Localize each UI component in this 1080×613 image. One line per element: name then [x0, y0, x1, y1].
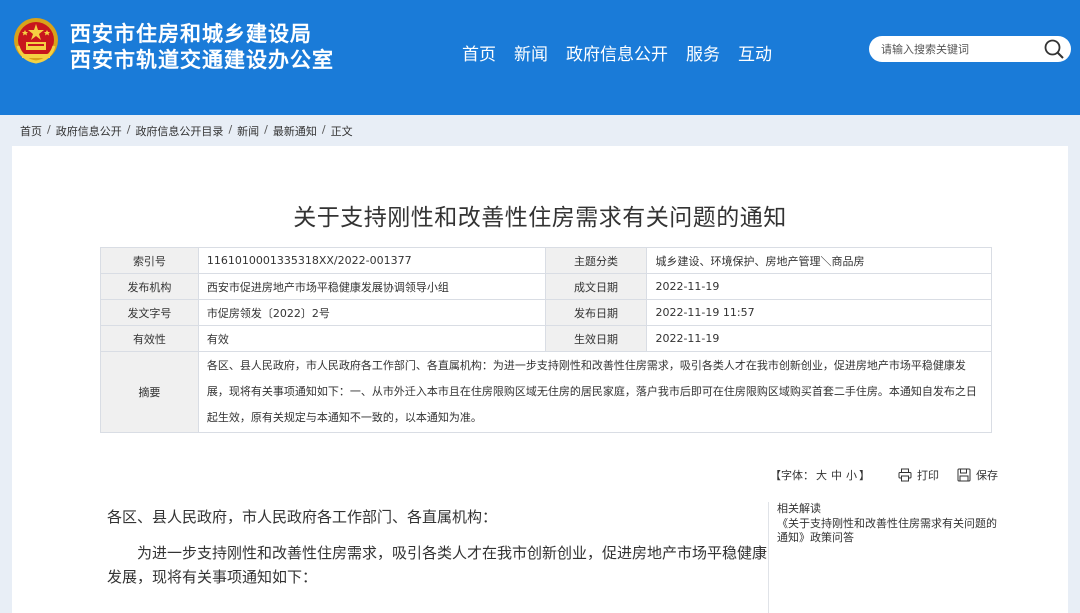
index-label: 索引号	[100, 247, 199, 274]
issuer-label: 发布机构	[100, 273, 199, 300]
table-row: 索引号 1161010001335318XX/2022-001377 主题分类 …	[100, 247, 992, 274]
font-size-medium-button[interactable]: 中	[831, 469, 842, 482]
article-paragraph: 为进一步支持刚性和改善性住房需求，吸引各类人才在我市创新创业，促进房地产市场平稳…	[107, 544, 768, 586]
info-table: 索引号 1161010001335318XX/2022-001377 主题分类 …	[100, 247, 993, 433]
breadcrumb-separator: /	[228, 123, 233, 136]
nav-item-interact[interactable]: 互动	[738, 40, 772, 65]
table-row: 发布机构 西安市促进房地产市场平稳健康发展协调领导小组 成文日期 2022-11…	[100, 273, 992, 300]
breadcrumb-separator: /	[321, 123, 326, 136]
search-icon[interactable]	[1043, 38, 1065, 60]
created-date-value: 2022-11-19	[646, 273, 992, 300]
doc-number-value: 市促房领发〔2022〕2号	[197, 299, 546, 326]
effective-date-label: 生效日期	[544, 325, 648, 352]
breadcrumb-bar: 首页 / 政府信息公开 / 政府信息公开目录 / 新闻 / 最新通知 / 正文	[0, 115, 1080, 146]
save-label: 保存	[976, 469, 998, 482]
published-date-value: 2022-11-19 11:57	[646, 299, 992, 326]
related-reading: 相关解读 《关于支持刚性和改善性住房需求有关问题的通知》政策问答	[768, 502, 998, 613]
validity-label: 有效性	[100, 325, 199, 352]
breadcrumb-gov-info[interactable]: 政府信息公开	[56, 123, 122, 139]
abstract-value: 各区、县人民政府，市人民政府各工作部门、各直属机构：为进一步支持刚性和改善性住房…	[197, 351, 993, 433]
breadcrumb-separator: /	[264, 123, 268, 136]
topic-label: 主题分类	[544, 247, 648, 274]
nav-item-news[interactable]: 新闻	[514, 40, 548, 65]
save-button[interactable]: 保存	[957, 467, 998, 483]
table-row: 发文字号 市促房领发〔2022〕2号 发布日期 2022-11-19 11:57	[100, 299, 992, 326]
search-input[interactable]	[881, 40, 1031, 58]
article-title: 关于支持刚性和改善性住房需求有关问题的通知	[293, 205, 787, 231]
index-value: 1161010001335318XX/2022-001377	[197, 247, 546, 274]
print-label: 打印	[917, 469, 939, 482]
nav-item-gov-info[interactable]: 政府信息公开	[566, 40, 668, 65]
org-name-line2: 西安市轨道交通建设办公室	[70, 48, 334, 72]
font-size-prefix: 【字体：	[770, 469, 814, 482]
effective-date-value: 2022-11-19	[646, 325, 992, 352]
breadcrumb-latest-notice[interactable]: 最新通知	[273, 123, 317, 139]
created-date-label: 成文日期	[544, 273, 648, 300]
article-salutation: 各区、县人民政府，市人民政府各工作部门、各直属机构：	[107, 508, 498, 526]
abstract-label: 摘要	[100, 351, 199, 433]
related-reading-title: 相关解读	[777, 502, 821, 515]
related-reading-link[interactable]: 《关于支持刚性和改善性住房需求有关问题的通知》政策问答	[777, 517, 998, 545]
breadcrumb-gov-info-catalog[interactable]: 政府信息公开目录	[135, 123, 223, 139]
table-row: 摘要 各区、县人民政府，市人民政府各工作部门、各直属机构：为进一步支持刚性和改善…	[100, 351, 993, 433]
article-body: 各区、县人民政府，市人民政府各工作部门、各直属机构： 为进一步支持刚性和改善性住…	[107, 505, 769, 601]
topic-value: 城乡建设、环境保护、房地产管理＼商品房	[646, 247, 992, 274]
nav-item-service[interactable]: 服务	[686, 40, 720, 65]
national-emblem-icon	[14, 18, 58, 64]
main-nav: 首页 新闻 政府信息公开 服务 互动	[462, 40, 772, 65]
font-size-large-button[interactable]: 大	[816, 469, 827, 482]
published-date-label: 发布日期	[544, 299, 648, 326]
doc-number-label: 发文字号	[100, 299, 199, 326]
breadcrumb-separator: /	[47, 123, 51, 136]
search-box	[869, 36, 1071, 62]
font-size-selector: 【字体：大中小】	[770, 467, 870, 483]
breadcrumb-separator: /	[126, 123, 131, 136]
nav-item-home[interactable]: 首页	[462, 40, 496, 65]
breadcrumb-news[interactable]: 新闻	[237, 123, 259, 139]
validity-value: 有效	[197, 325, 546, 352]
printer-icon	[898, 468, 912, 482]
breadcrumb-current: 正文	[330, 125, 353, 138]
breadcrumb: 首页 / 政府信息公开 / 政府信息公开目录 / 新闻 / 最新通知 / 正文	[20, 123, 353, 139]
save-icon	[957, 468, 971, 482]
font-size-small-button[interactable]: 小	[846, 469, 857, 482]
breadcrumb-home[interactable]: 首页	[20, 123, 42, 139]
print-button[interactable]: 打印	[898, 467, 939, 483]
font-size-suffix: 】	[859, 469, 870, 482]
issuer-value: 西安市促进房地产市场平稳健康发展协调领导小组	[197, 273, 546, 300]
article-card: 关于支持刚性和改善性住房需求有关问题的通知 索引号 11610100013353…	[12, 146, 1068, 613]
site-header: 西安市住房和城乡建设局 西安市轨道交通建设办公室 首页 新闻 政府信息公开 服务…	[0, 0, 1080, 115]
article-tools: 【字体：大中小】 打印 保存	[770, 467, 1016, 483]
table-row: 有效性 有效 生效日期 2022-11-19	[100, 325, 992, 352]
